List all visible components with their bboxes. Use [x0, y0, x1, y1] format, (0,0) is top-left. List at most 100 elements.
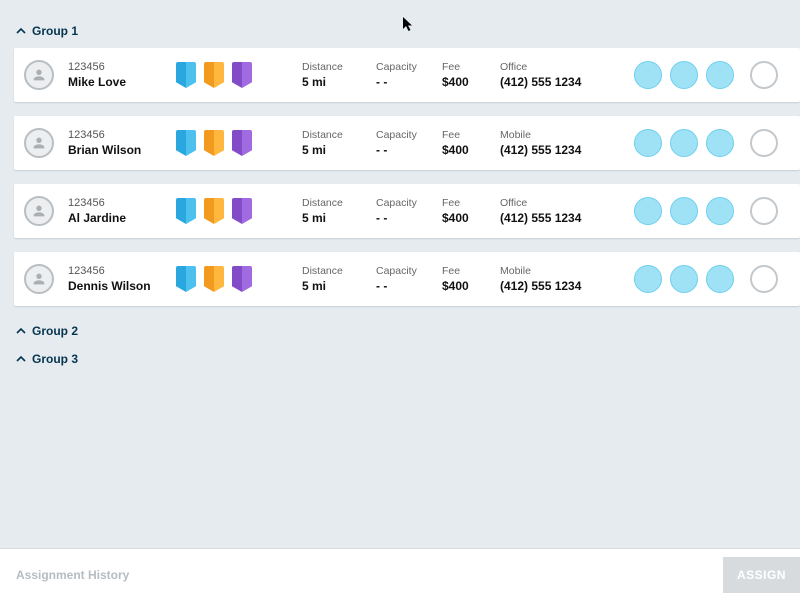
action-buttons: [634, 61, 734, 89]
person-name: Mike Love: [68, 75, 176, 89]
action-dot-3[interactable]: [706, 129, 734, 157]
person-name: Brian Wilson: [68, 143, 176, 157]
fee-value: $400: [442, 143, 500, 157]
person-card[interactable]: 123456 Al Jardine Distance 5 mi Capacity…: [14, 184, 800, 238]
person-card[interactable]: 123456 Dennis Wilson Distance 5 mi Capac…: [14, 252, 800, 306]
badge-blue-icon: [176, 198, 196, 224]
badge-purple-icon: [232, 266, 252, 292]
person-id: 123456: [68, 197, 176, 209]
group-header-3[interactable]: Group 3: [16, 352, 800, 366]
capacity-col: Capacity - -: [376, 61, 442, 89]
identity: 123456 Brian Wilson: [68, 129, 176, 157]
person-id: 123456: [68, 61, 176, 73]
fee-value: $400: [442, 279, 500, 293]
badge-blue-icon: [176, 266, 196, 292]
action-dot-2[interactable]: [670, 129, 698, 157]
capacity-col: Capacity - -: [376, 265, 442, 293]
group-header-2[interactable]: Group 2: [16, 324, 800, 338]
avatar-icon: [24, 60, 54, 90]
extra-circle-icon[interactable]: [750, 129, 778, 157]
badge-blue-icon: [176, 62, 196, 88]
chevron-up-icon: [16, 354, 26, 364]
assign-button[interactable]: ASSIGN: [723, 557, 800, 593]
contact-type: Office: [500, 197, 632, 209]
chevron-up-icon: [16, 26, 26, 36]
avatar-icon: [24, 128, 54, 158]
fee-col: Fee $400: [442, 265, 500, 293]
group-label: Group 1: [32, 24, 78, 38]
person-card[interactable]: 123456 Brian Wilson Distance 5 mi Capaci…: [14, 116, 800, 170]
fee-label: Fee: [442, 129, 500, 141]
action-dot-2[interactable]: [670, 197, 698, 225]
action-buttons: [634, 265, 734, 293]
contact-value: (412) 555 1234: [500, 211, 632, 225]
badge-orange-icon: [204, 62, 224, 88]
action-dot-3[interactable]: [706, 197, 734, 225]
contact-type: Mobile: [500, 129, 632, 141]
action-dot-1[interactable]: [634, 129, 662, 157]
contact-col: Office (412) 555 1234: [500, 61, 632, 89]
capacity-value: - -: [376, 279, 442, 293]
identity: 123456 Al Jardine: [68, 197, 176, 225]
badges: [176, 198, 302, 224]
action-buttons: [634, 197, 734, 225]
person-name: Al Jardine: [68, 211, 176, 225]
badge-blue-icon: [176, 130, 196, 156]
group-label: Group 3: [32, 352, 78, 366]
group-1-cards: 123456 Mike Love Distance 5 mi Capacity …: [14, 48, 800, 306]
assignment-history-link[interactable]: Assignment History: [16, 568, 129, 582]
badges: [176, 266, 302, 292]
distance-col: Distance 5 mi: [302, 197, 376, 225]
distance-label: Distance: [302, 129, 376, 141]
distance-label: Distance: [302, 197, 376, 209]
badge-purple-icon: [232, 198, 252, 224]
badge-orange-icon: [204, 266, 224, 292]
badge-orange-icon: [204, 130, 224, 156]
extra-circle-icon[interactable]: [750, 197, 778, 225]
action-buttons: [634, 129, 734, 157]
capacity-value: - -: [376, 211, 442, 225]
badge-orange-icon: [204, 198, 224, 224]
identity: 123456 Dennis Wilson: [68, 265, 176, 293]
fee-label: Fee: [442, 265, 500, 277]
person-id: 123456: [68, 265, 176, 277]
contact-col: Mobile (412) 555 1234: [500, 265, 632, 293]
capacity-label: Capacity: [376, 129, 442, 141]
action-dot-3[interactable]: [706, 265, 734, 293]
person-card[interactable]: 123456 Mike Love Distance 5 mi Capacity …: [14, 48, 800, 102]
fee-col: Fee $400: [442, 61, 500, 89]
avatar-icon: [24, 264, 54, 294]
contact-value: (412) 555 1234: [500, 143, 632, 157]
fee-col: Fee $400: [442, 129, 500, 157]
contact-type: Mobile: [500, 265, 632, 277]
contact-col: Mobile (412) 555 1234: [500, 129, 632, 157]
distance-value: 5 mi: [302, 279, 376, 293]
action-dot-1[interactable]: [634, 61, 662, 89]
person-name: Dennis Wilson: [68, 279, 176, 293]
capacity-label: Capacity: [376, 197, 442, 209]
chevron-up-icon: [16, 326, 26, 336]
identity: 123456 Mike Love: [68, 61, 176, 89]
badges: [176, 130, 302, 156]
distance-label: Distance: [302, 61, 376, 73]
action-dot-2[interactable]: [670, 61, 698, 89]
action-dot-1[interactable]: [634, 265, 662, 293]
action-dot-1[interactable]: [634, 197, 662, 225]
contact-value: (412) 555 1234: [500, 75, 632, 89]
distance-col: Distance 5 mi: [302, 129, 376, 157]
group-label: Group 2: [32, 324, 78, 338]
distance-col: Distance 5 mi: [302, 265, 376, 293]
action-dot-3[interactable]: [706, 61, 734, 89]
fee-value: $400: [442, 211, 500, 225]
group-header-1[interactable]: Group 1: [16, 24, 800, 38]
extra-circle-icon[interactable]: [750, 61, 778, 89]
contact-col: Office (412) 555 1234: [500, 197, 632, 225]
distance-value: 5 mi: [302, 143, 376, 157]
footer-bar: Assignment History ASSIGN: [0, 548, 800, 600]
capacity-col: Capacity - -: [376, 197, 442, 225]
action-dot-2[interactable]: [670, 265, 698, 293]
person-id: 123456: [68, 129, 176, 141]
extra-circle-icon[interactable]: [750, 265, 778, 293]
capacity-value: - -: [376, 143, 442, 157]
badge-purple-icon: [232, 62, 252, 88]
